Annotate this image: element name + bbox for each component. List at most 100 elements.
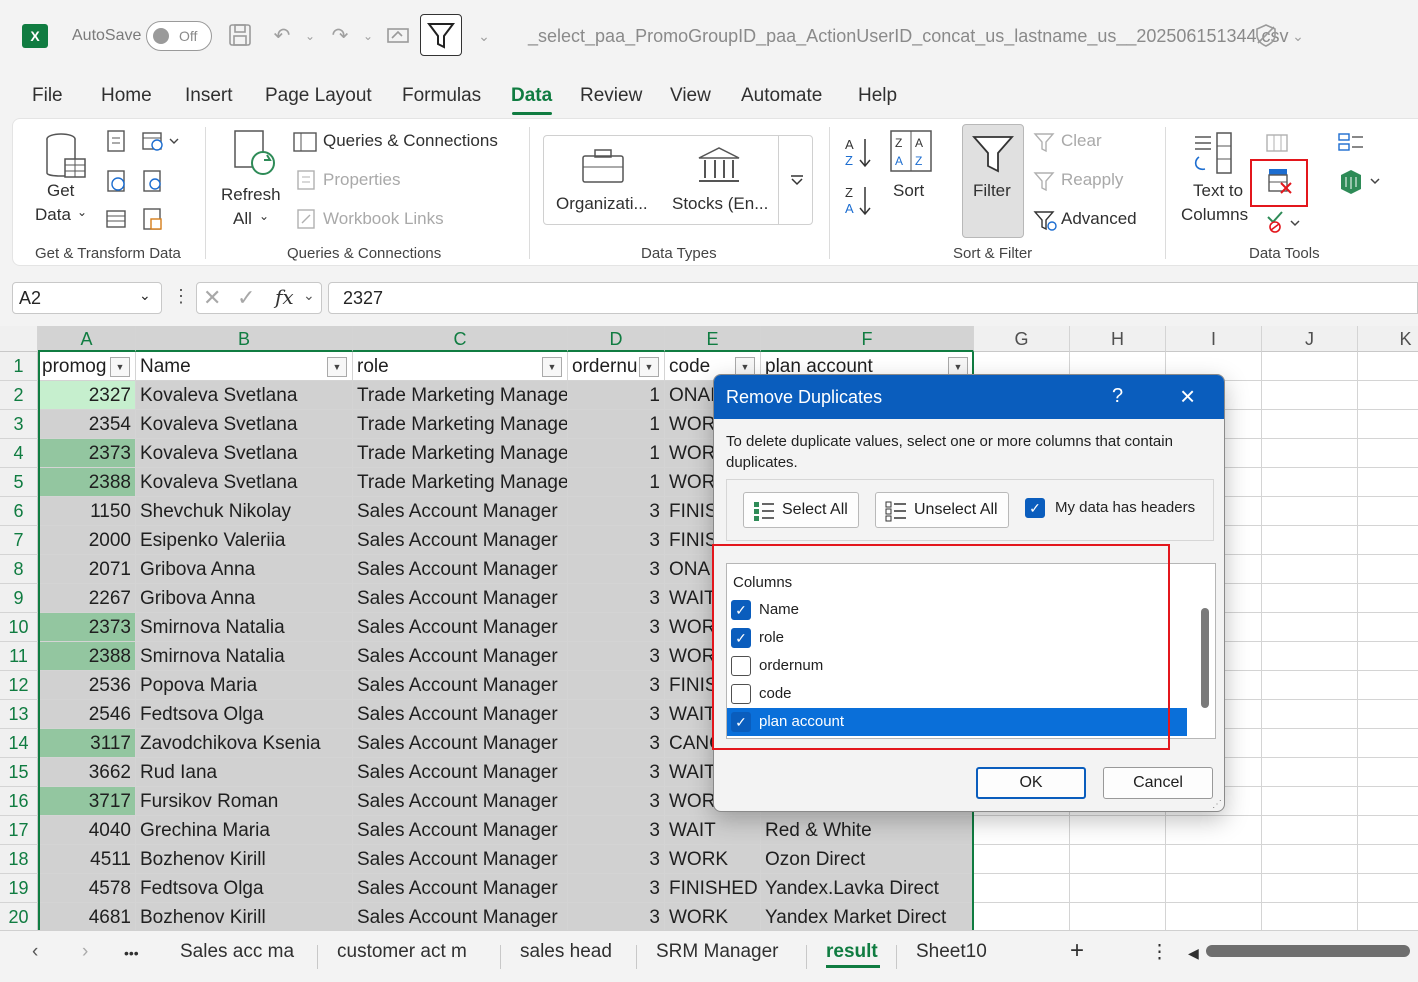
promog-cell[interactable]: 2354 bbox=[38, 410, 136, 439]
formula-input[interactable]: 2327 bbox=[328, 282, 1418, 314]
empty-cell[interactable] bbox=[1358, 729, 1418, 758]
ordernum-cell[interactable]: 1 bbox=[568, 410, 665, 439]
role-cell[interactable]: Sales Account Manager bbox=[353, 526, 568, 555]
text-to-columns-button[interactable]: Text to bbox=[1193, 181, 1243, 201]
empty-cell[interactable] bbox=[1262, 555, 1358, 584]
name-cell[interactable]: Esipenko Valeriia bbox=[136, 526, 353, 555]
plan-account-cell[interactable]: Red & White bbox=[761, 816, 974, 845]
select-all-button[interactable]: Select All bbox=[743, 492, 859, 528]
name-cell[interactable]: Fursikov Roman bbox=[136, 787, 353, 816]
empty-cell[interactable] bbox=[1358, 526, 1418, 555]
empty-cell[interactable] bbox=[1358, 555, 1418, 584]
empty-cell[interactable] bbox=[1358, 874, 1418, 903]
ordernum-cell[interactable]: 3 bbox=[568, 816, 665, 845]
plan-account-cell[interactable]: Yandex Market Direct bbox=[761, 903, 974, 930]
column-header[interactable]: J bbox=[1262, 326, 1358, 352]
empty-cell[interactable] bbox=[1262, 729, 1358, 758]
stocks-type-button[interactable]: Stocks (En... bbox=[672, 194, 768, 214]
row-header[interactable]: 16 bbox=[0, 787, 38, 816]
role-cell[interactable]: Sales Account Manager bbox=[353, 758, 568, 787]
menu-page-layout[interactable]: Page Layout bbox=[265, 85, 372, 107]
row-header[interactable]: 10 bbox=[0, 613, 38, 642]
ordernum-cell[interactable]: 3 bbox=[568, 874, 665, 903]
recent-sources-icon[interactable] bbox=[141, 129, 181, 158]
empty-cell[interactable] bbox=[1358, 642, 1418, 671]
filter-qat-button[interactable] bbox=[420, 14, 462, 56]
column-header[interactable]: D bbox=[568, 326, 665, 352]
promog-cell[interactable]: 4511 bbox=[38, 845, 136, 874]
customize-qat-icon[interactable]: ⌄ bbox=[470, 22, 498, 50]
table-header-cell[interactable]: Name bbox=[136, 352, 353, 381]
promog-cell[interactable]: 4681 bbox=[38, 903, 136, 930]
ordernum-cell[interactable]: 3 bbox=[568, 584, 665, 613]
table-header-cell[interactable]: role bbox=[353, 352, 568, 381]
empty-cell[interactable] bbox=[1262, 845, 1358, 874]
promog-cell[interactable]: 3117 bbox=[38, 729, 136, 758]
from-text-icon[interactable] bbox=[105, 129, 127, 158]
name-cell[interactable]: Fedtsova Olga bbox=[136, 874, 353, 903]
row-header[interactable]: 6 bbox=[0, 497, 38, 526]
column-header[interactable]: H bbox=[1070, 326, 1166, 352]
empty-cell[interactable] bbox=[1358, 903, 1418, 930]
row-header[interactable]: 20 bbox=[0, 903, 38, 930]
prev-sheet-icon[interactable]: ‹ bbox=[32, 941, 38, 963]
name-cell[interactable]: Bozhenov Kirill bbox=[136, 845, 353, 874]
code-cell[interactable]: WORK bbox=[665, 845, 761, 874]
promog-cell[interactable]: 2546 bbox=[38, 700, 136, 729]
row-header[interactable]: 1 bbox=[0, 352, 38, 381]
empty-cell[interactable] bbox=[1262, 613, 1358, 642]
empty-cell[interactable] bbox=[1358, 468, 1418, 497]
empty-cell[interactable] bbox=[974, 903, 1070, 930]
empty-cell[interactable] bbox=[1262, 526, 1358, 555]
filter-dropdown-icon[interactable]: ▼ bbox=[110, 357, 130, 377]
add-sheet-button[interactable]: + bbox=[1070, 937, 1084, 965]
ordernum-cell[interactable]: 3 bbox=[568, 526, 665, 555]
ordernum-cell[interactable]: 3 bbox=[568, 903, 665, 930]
filter-dropdown-icon[interactable]: ▼ bbox=[639, 357, 659, 377]
empty-cell[interactable] bbox=[1358, 352, 1418, 381]
empty-cell[interactable] bbox=[1070, 816, 1166, 845]
name-cell[interactable]: Popova Maria bbox=[136, 671, 353, 700]
empty-cell[interactable] bbox=[1358, 700, 1418, 729]
sheet-tab[interactable]: customer act m bbox=[337, 941, 467, 963]
refresh-all-icon[interactable] bbox=[231, 129, 279, 184]
refresh-label-2[interactable]: All bbox=[233, 209, 252, 229]
row-header[interactable]: 13 bbox=[0, 700, 38, 729]
unselect-all-button[interactable]: Unselect All bbox=[875, 492, 1009, 528]
ordernum-cell[interactable]: 1 bbox=[568, 381, 665, 410]
promog-cell[interactable]: 3662 bbox=[38, 758, 136, 787]
role-cell[interactable]: Sales Account Manager bbox=[353, 874, 568, 903]
empty-cell[interactable] bbox=[1358, 671, 1418, 700]
menu-view[interactable]: View bbox=[670, 85, 711, 107]
select-all-corner[interactable] bbox=[0, 326, 38, 352]
name-box[interactable]: A2 ⌄ bbox=[12, 282, 162, 314]
sort-dialog-icon[interactable]: ZAAZ bbox=[889, 129, 933, 178]
ordernum-cell[interactable]: 3 bbox=[568, 700, 665, 729]
ok-button[interactable]: OK bbox=[976, 767, 1086, 799]
organization-type-button[interactable]: Organizati... bbox=[556, 194, 648, 214]
name-cell[interactable]: Bozhenov Kirill bbox=[136, 903, 353, 930]
get-data-label[interactable]: Get bbox=[47, 181, 74, 201]
column-header[interactable]: K bbox=[1358, 326, 1418, 352]
role-cell[interactable]: Trade Marketing Manage bbox=[353, 410, 568, 439]
promog-cell[interactable]: 2000 bbox=[38, 526, 136, 555]
ordernum-cell[interactable]: 3 bbox=[568, 845, 665, 874]
filter-dropdown-icon[interactable]: ▼ bbox=[542, 357, 562, 377]
promog-cell[interactable]: 1150 bbox=[38, 497, 136, 526]
role-cell[interactable]: Sales Account Manager bbox=[353, 787, 568, 816]
row-header[interactable]: 17 bbox=[0, 816, 38, 845]
menu-file[interactable]: File bbox=[32, 85, 63, 107]
column-header[interactable]: A bbox=[38, 326, 136, 352]
empty-cell[interactable] bbox=[1166, 903, 1262, 930]
promog-cell[interactable]: 2267 bbox=[38, 584, 136, 613]
row-header[interactable]: 5 bbox=[0, 468, 38, 497]
queries-connections-button[interactable]: Queries & Connections bbox=[323, 131, 498, 151]
redo-icon[interactable]: ↷ bbox=[326, 22, 354, 50]
advanced-button[interactable]: Advanced bbox=[1061, 209, 1137, 229]
empty-cell[interactable] bbox=[1358, 381, 1418, 410]
ordernum-cell[interactable]: 1 bbox=[568, 468, 665, 497]
row-header[interactable]: 15 bbox=[0, 758, 38, 787]
column-header[interactable]: B bbox=[136, 326, 353, 352]
row-header[interactable]: 12 bbox=[0, 671, 38, 700]
empty-cell[interactable] bbox=[1262, 671, 1358, 700]
